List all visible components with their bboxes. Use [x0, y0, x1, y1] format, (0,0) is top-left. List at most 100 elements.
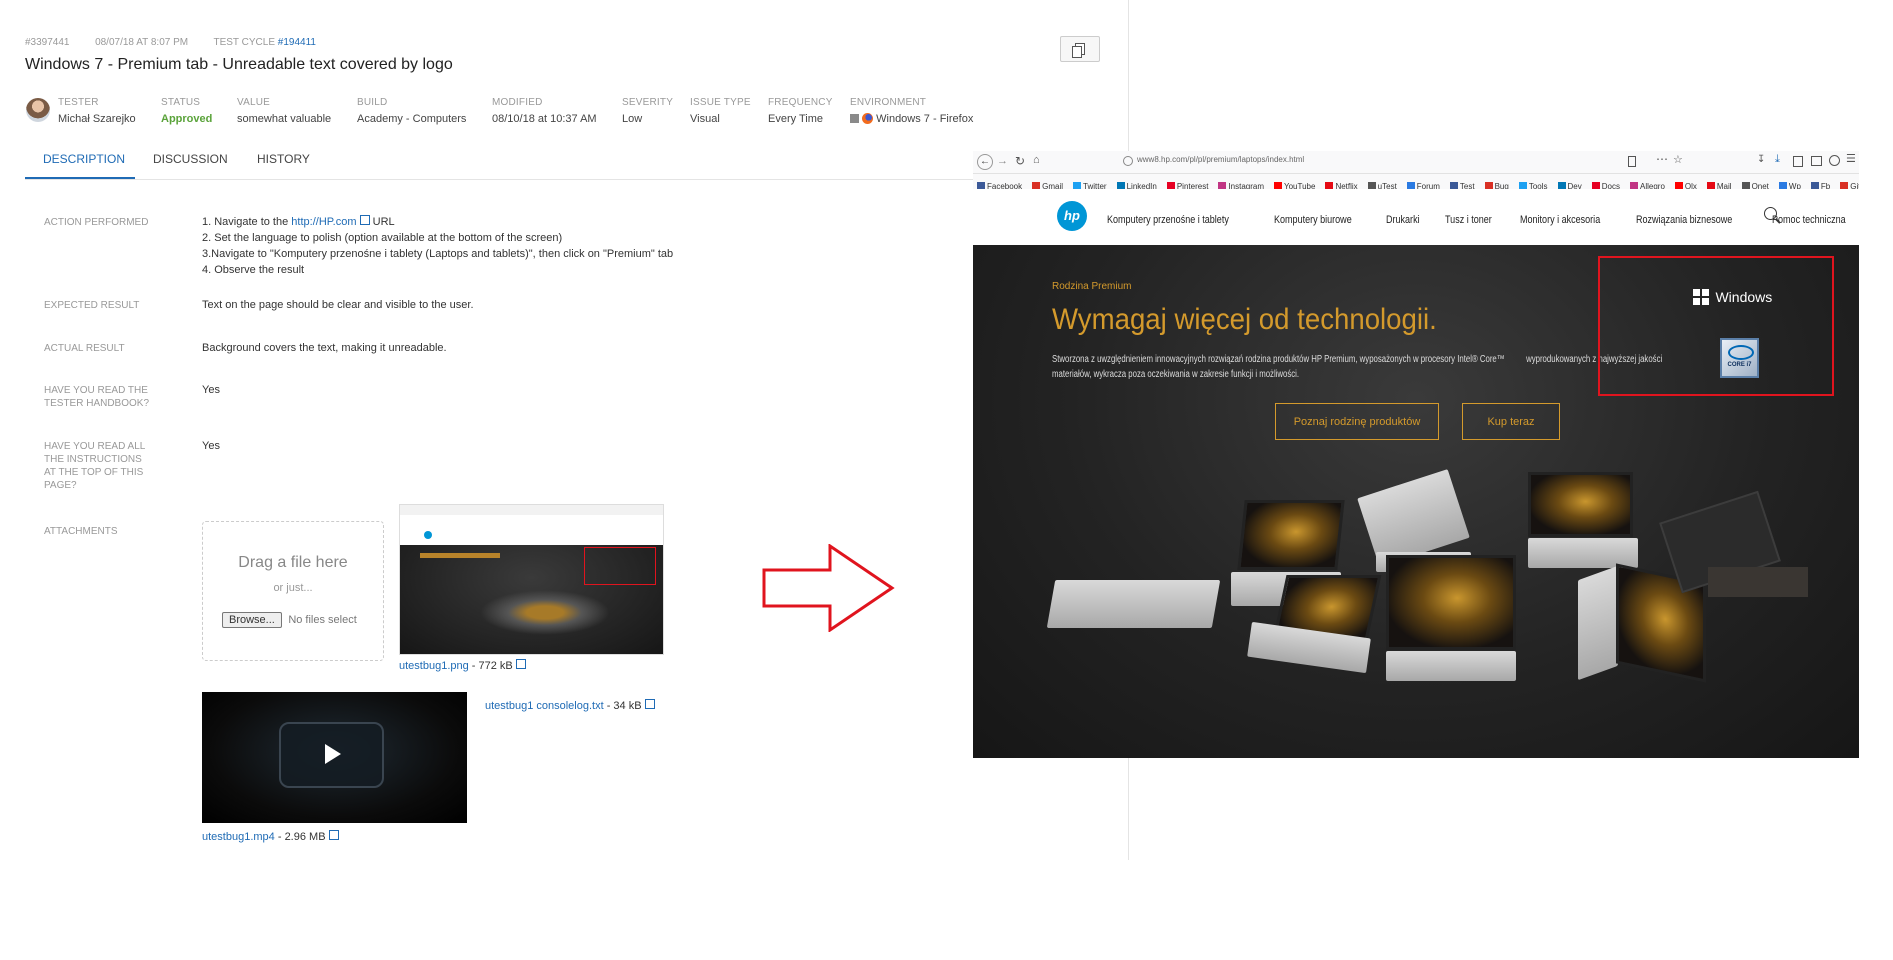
log-attachment-info: utestbug1 consolelog.txt - 34 kB [485, 699, 655, 712]
bookmark-item[interactable]: Test [1449, 176, 1475, 189]
frequency-value: Every Time [768, 113, 824, 125]
no-files-text: No files select [288, 614, 357, 626]
meta-value: VALUE somewhat valuable [237, 97, 331, 125]
forward-icon[interactable]: → [997, 155, 1008, 167]
actual-value: Background covers the text, making it un… [202, 342, 447, 354]
library-icon[interactable]: ↧ [1757, 154, 1765, 165]
test-cycle-link[interactable]: #194411 [278, 37, 316, 48]
browse-button[interactable]: Browse... [222, 612, 282, 628]
firefox-icon [862, 113, 874, 124]
tab-discussion[interactable]: DISCUSSION [153, 152, 228, 166]
video-grid-icon [328, 830, 339, 840]
bookmark-item[interactable]: LinkedIn [1116, 176, 1157, 189]
bookmark-item[interactable]: YouTube [1274, 176, 1315, 189]
png-thumbnail[interactable] [399, 504, 664, 655]
play-button[interactable] [279, 722, 384, 788]
bookmark-item[interactable]: Fb [1810, 176, 1830, 189]
hero-body: Stworzona z uwzględnieniem innowacyjnych… [1052, 352, 1662, 382]
handbook-label: HAVE YOU READ THE TESTER HANDBOOK? [44, 385, 150, 409]
or-text: or just... [273, 582, 313, 594]
cta-poznaj-button[interactable]: Poznaj rodzinę produktów [1275, 403, 1439, 440]
windows-os-icon [850, 114, 859, 123]
bookmark-item[interactable]: Gmail [1032, 176, 1063, 189]
video-size: - 2.96 MB [277, 831, 326, 843]
bookmark-item[interactable]: Docs [1591, 176, 1620, 189]
file-drop-zone[interactable]: Drag a file here or just... Browse... No… [202, 521, 384, 661]
nav-menu: Komputery przenośne i tablety Komputery b… [1107, 210, 1859, 228]
nav-item[interactable]: Drukarki [1386, 214, 1439, 226]
bookmark-item[interactable]: Netflix [1325, 176, 1358, 189]
hero-eyebrow: Rodzina Premium [1052, 281, 1132, 292]
bookmark-item[interactable]: Mail [1706, 176, 1732, 189]
hp-logo[interactable]: hp [1057, 201, 1087, 231]
bug-title: Windows 7 - Premium tab - Unreadable tex… [25, 56, 453, 73]
bookmark-item[interactable]: Bug [1484, 176, 1509, 189]
bookmark-item[interactable]: Forum [1406, 176, 1440, 189]
png-size: - 772 kB [471, 660, 513, 672]
nav-item[interactable]: Monitory i akcesoria [1520, 214, 1620, 226]
expected-value: Text on the page should be clear and vis… [202, 299, 474, 311]
reader-icon[interactable] [1628, 156, 1636, 167]
instructions-value: Yes [202, 440, 220, 452]
red-arrow-annotation [762, 544, 895, 632]
bookmark-item[interactable]: Wp [1778, 176, 1801, 189]
bookmark-item[interactable]: Tools [1518, 176, 1548, 189]
tester-label: TESTER [58, 97, 99, 108]
bookmark-item[interactable]: Dev [1557, 176, 1582, 189]
status-value: Approved [161, 113, 213, 125]
cta-kup-button[interactable]: Kup teraz [1462, 403, 1560, 440]
step-1: 1. Navigate to the http://HP.com URL [202, 214, 673, 230]
bookmark-list: Facebook Gmail Twitter LinkedIn Pinterest Ins… [977, 176, 1859, 189]
tab-history[interactable]: HISTORY [257, 152, 310, 166]
bookmark-item[interactable]: Allegro [1629, 176, 1665, 189]
nav-item[interactable]: Tusz i toner [1445, 214, 1511, 226]
nav-item[interactable]: Komputery przenośne i tablety [1107, 214, 1249, 226]
screenshot-icon[interactable] [1811, 156, 1822, 166]
home-icon[interactable]: ⌂ [1033, 154, 1040, 166]
sidebar-icon[interactable] [1793, 156, 1803, 167]
laptop-5 [1386, 555, 1516, 685]
bookmark-item[interactable]: Instagram [1218, 176, 1264, 189]
step-4: 4. Observe the result [202, 264, 305, 276]
nav-item[interactable]: Rozwiązania biznesowe [1636, 214, 1752, 226]
value-value: somewhat valuable [237, 113, 332, 125]
action-label: ACTION PERFORMED [44, 217, 149, 228]
star-icon[interactable]: ☆ [1673, 153, 1683, 166]
tester-link[interactable]: Michał Szarejko [58, 113, 136, 125]
modified-label: MODIFIED [492, 97, 543, 108]
bookmark-item[interactable]: Facebook [977, 176, 1022, 189]
back-icon[interactable]: ← [977, 154, 993, 170]
log-size: - 34 kB [606, 700, 642, 712]
copy-button[interactable] [1060, 36, 1100, 62]
tab-description-underline [25, 177, 135, 179]
bookmark-item[interactable]: uTest [1367, 176, 1397, 189]
build-value: Academy - Computers [357, 113, 467, 125]
video-attachment-info: utestbug1.mp4 - 2.96 MB [202, 830, 339, 843]
bookmark-item[interactable]: GitHub [1840, 176, 1859, 189]
reload-icon[interactable]: ↻ [1015, 154, 1025, 168]
address-url[interactable]: www8.hp.com/pl/pl/premium/laptops/index.… [1137, 155, 1304, 164]
tab-description[interactable]: DESCRIPTION [43, 152, 125, 166]
log-attachment-link[interactable]: utestbug1 consolelog.txt [485, 700, 604, 712]
more-icon[interactable]: ⋯ [1656, 152, 1668, 166]
bookmark-item[interactable]: Olx [1674, 176, 1697, 189]
menu-icon[interactable]: ☰ [1846, 152, 1856, 165]
hp-url-link[interactable]: http://HP.com [291, 216, 356, 228]
meta-modified: MODIFIED 08/10/18 at 10:37 AM [492, 97, 597, 125]
video-player[interactable] [202, 692, 467, 823]
globe-icon[interactable] [1829, 155, 1840, 166]
bookmark-item[interactable]: Twitter [1073, 176, 1107, 189]
bookmark-item[interactable]: Onet [1741, 176, 1769, 189]
modified-value: 08/10/18 at 10:37 AM [492, 113, 597, 125]
laptop-1 [1046, 580, 1221, 638]
step-3: 3.Navigate to "Komputery przenośne i tab… [202, 248, 674, 260]
nav-item[interactable]: Komputery biurowe [1274, 214, 1371, 226]
png-grid-icon [515, 659, 526, 669]
log-grid-icon [644, 699, 655, 709]
download-icon[interactable]: ⤓ [1775, 153, 1780, 166]
video-attachment-link[interactable]: utestbug1.mp4 [202, 831, 275, 843]
drag-text: Drag a file here [238, 554, 348, 571]
png-attachment-link[interactable]: utestbug1.png [399, 660, 469, 672]
nav-item[interactable]: Pomoc techniczna [1772, 214, 1859, 226]
bookmark-item[interactable]: Pinterest [1166, 176, 1208, 189]
